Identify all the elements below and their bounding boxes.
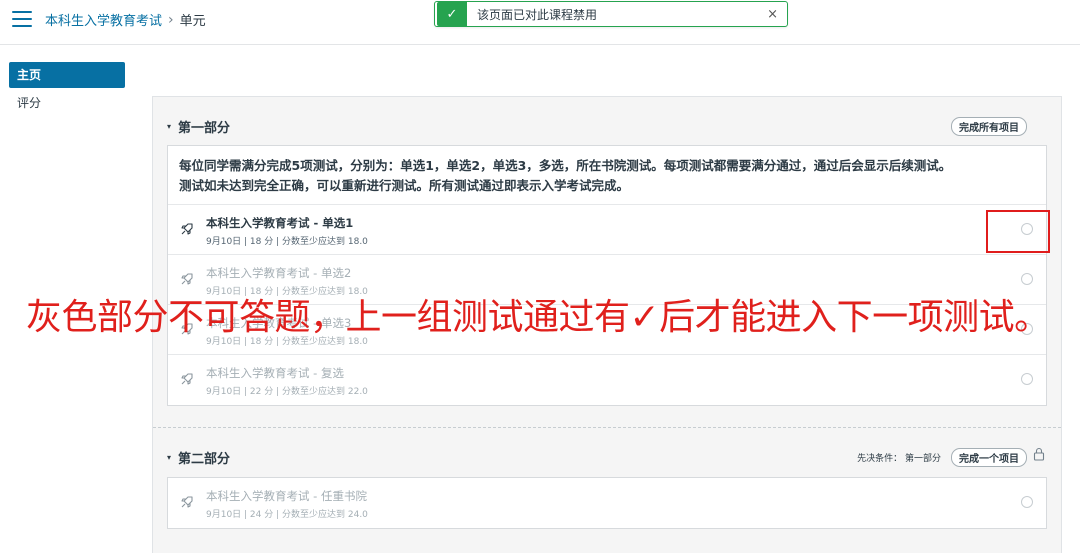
red-highlight-box: [986, 210, 1050, 253]
module-description: 每位同学需满分完成5项测试，分别为：单选1，单选2，单选3，多选，所在书院测试。…: [168, 146, 1046, 205]
nav-item-grades[interactable]: 评分: [9, 90, 125, 116]
module-item-title[interactable]: 本科生入学教育考试 - 单选1: [206, 215, 353, 231]
breadcrumb-current-page: 单元: [179, 14, 206, 29]
description-line: 测试如未达到完全正确，可以重新进行测试。所有测试通过即表示入学考试完成。: [179, 178, 630, 193]
close-icon[interactable]: ×: [767, 7, 778, 22]
completion-status-circle-icon: [1021, 496, 1033, 508]
quiz-rocket-icon: [181, 373, 193, 385]
check-icon: ✓: [437, 2, 467, 26]
requirement-badge: 完成所有项目: [951, 116, 1027, 136]
requirement-badge: 完成一个项目: [951, 447, 1027, 467]
completion-status-circle-icon: [1021, 373, 1033, 385]
module-item-title: 本科生入学教育考试 - 单选2: [206, 266, 352, 280]
module-item-meta: 9月10日 | 18 分 | 分数至少应达到 18.0: [206, 237, 368, 247]
breadcrumb-separator: ›: [168, 11, 174, 28]
breadcrumb-course-link[interactable]: 本科生入学教育考试: [45, 10, 162, 29]
module-divider: [153, 427, 1061, 428]
collapse-caret-icon[interactable]: ▾: [167, 122, 171, 131]
module-header-part-2: ▾ 第二部分 先决条件： 第一部分 完成一个项目: [167, 446, 1027, 468]
course-navigation: 主页 评分: [9, 62, 125, 116]
prerequisite-label: 先决条件： 第一部分: [857, 453, 941, 464]
module-item: 本科生入学教育考试 - 单选1 9月10日 | 18 分 | 分数至少应达到 1…: [168, 205, 1046, 255]
module-item-title: 本科生入学教育考试 - 任重书院: [206, 489, 367, 503]
module-item-title: 本科生入学教育考试 - 复选: [206, 366, 344, 380]
module-title: 第一部分: [178, 120, 231, 136]
module-item: 本科生入学教育考试 - 复选 9月10日 | 22 分 | 分数至少应达到 22…: [168, 355, 1046, 405]
description-line: 每位同学需满分完成5项测试，分别为：单选1，单选2，单选3，多选，所在书院测试。…: [179, 158, 952, 173]
hamburger-menu-icon[interactable]: [12, 11, 32, 27]
annotation-text: 灰色部分不可答题，上一组测试通过有✓后才能进入下一项测试。: [26, 297, 1050, 338]
module-items-part-2: 本科生入学教育考试 - 任重书院 9月10日 | 24 分 | 分数至少应达到 …: [167, 477, 1047, 529]
module-item: 本科生入学教育考试 - 任重书院 9月10日 | 24 分 | 分数至少应达到 …: [168, 478, 1046, 528]
quiz-rocket-icon: [181, 496, 193, 508]
quiz-rocket-icon: [181, 223, 193, 235]
module-header-part-1: ▾ 第一部分 完成所有项目: [167, 115, 1027, 137]
flash-notification: ✓ 该页面已对此课程禁用 ×: [434, 1, 788, 27]
nav-item-home[interactable]: 主页: [9, 62, 125, 88]
collapse-caret-icon[interactable]: ▾: [167, 453, 171, 462]
notification-message: 该页面已对此课程禁用: [477, 7, 598, 22]
lock-icon: [1033, 447, 1045, 461]
module-item-meta: 9月10日 | 22 分 | 分数至少应达到 22.0: [206, 387, 368, 397]
module-items-part-1: 每位同学需满分完成5项测试，分别为：单选1，单选2，单选3，多选，所在书院测试。…: [167, 145, 1047, 406]
module-item-meta: 9月10日 | 24 分 | 分数至少应达到 24.0: [206, 510, 368, 520]
breadcrumb: 本科生入学教育考试 › 单元: [45, 10, 206, 30]
quiz-rocket-icon: [181, 273, 193, 285]
module-title: 第二部分: [178, 451, 231, 467]
completion-status-circle-icon: [1021, 273, 1033, 285]
